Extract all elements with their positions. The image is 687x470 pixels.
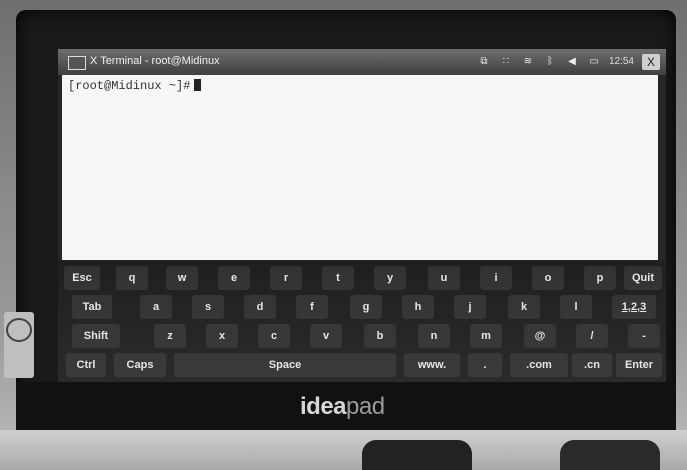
key-dotcom[interactable]: .com <box>510 353 568 377</box>
key-space[interactable]: Space <box>174 353 396 377</box>
window-switch-icon[interactable]: ⧉ <box>477 56 491 68</box>
apps-grid-icon[interactable]: ∷ <box>499 56 513 68</box>
key-caps[interactable]: Caps <box>114 353 166 377</box>
hinge-right <box>560 440 660 470</box>
close-button[interactable]: X <box>642 54 660 70</box>
wifi-icon[interactable]: ≋ <box>521 56 535 68</box>
keyboard-row-4: Ctrl Caps Space www. . .com .cn Enter <box>58 350 666 380</box>
system-tray: ⧉ ∷ ≋ ᛒ ◀ ▭ 12:54 X <box>477 52 660 72</box>
terminal-prompt: [root@Midinux ~]# <box>68 79 202 93</box>
key-i[interactable]: i <box>480 266 512 290</box>
brand-logo-light: pad <box>346 393 385 420</box>
key-n[interactable]: n <box>418 324 450 348</box>
key-a[interactable]: a <box>140 295 172 319</box>
key-dash[interactable]: - <box>628 324 660 348</box>
key-v[interactable]: v <box>310 324 342 348</box>
key-d[interactable]: d <box>244 295 276 319</box>
window-titlebar[interactable]: X Terminal - root@Midinux ⧉ ∷ ≋ ᛒ ◀ ▭ 12… <box>58 49 666 75</box>
key-tab[interactable]: Tab <box>72 295 112 319</box>
key-u[interactable]: u <box>428 266 460 290</box>
key-ctrl[interactable]: Ctrl <box>66 353 106 377</box>
key-m[interactable]: m <box>470 324 502 348</box>
intel-logo-icon <box>6 318 32 342</box>
key-slash[interactable]: / <box>576 324 608 348</box>
keyboard-row-2: Tab a s d f g h j k l 1,2,3 <box>58 292 666 322</box>
key-o[interactable]: o <box>532 266 564 290</box>
screen: X Terminal - root@Midinux ⧉ ∷ ≋ ᛒ ◀ ▭ 12… <box>58 49 666 382</box>
key-p[interactable]: p <box>584 266 616 290</box>
text-cursor <box>194 79 202 91</box>
key-www[interactable]: www. <box>404 353 460 377</box>
key-period[interactable]: . <box>468 353 502 377</box>
key-dotcn[interactable]: .cn <box>572 353 612 377</box>
terminal-area[interactable]: [root@Midinux ~]# <box>62 75 658 260</box>
key-numbers[interactable]: 1,2,3 <box>612 295 656 319</box>
brand-logo-bold: idea <box>300 393 347 420</box>
prompt-text: [root@Midinux ~]# <box>68 79 191 93</box>
key-f[interactable]: f <box>296 295 328 319</box>
key-s[interactable]: s <box>192 295 224 319</box>
key-w[interactable]: w <box>166 266 198 290</box>
clock: 12:54 <box>608 56 634 67</box>
key-k[interactable]: k <box>508 295 540 319</box>
key-quit[interactable]: Quit <box>624 266 662 290</box>
battery-icon[interactable]: ▭ <box>587 56 601 68</box>
key-q[interactable]: q <box>116 266 148 290</box>
key-g[interactable]: g <box>350 295 382 319</box>
keyboard-row-3: Shift z x c v b n m @ / - <box>58 321 666 351</box>
terminal-icon <box>68 56 86 70</box>
hinge-left <box>362 440 472 470</box>
key-j[interactable]: j <box>454 295 486 319</box>
key-shift[interactable]: Shift <box>72 324 120 348</box>
window-title: X Terminal - root@Midinux <box>90 55 220 67</box>
key-at[interactable]: @ <box>524 324 556 348</box>
volume-icon[interactable]: ◀ <box>565 56 579 68</box>
key-esc[interactable]: Esc <box>64 266 100 290</box>
key-enter[interactable]: Enter <box>616 353 662 377</box>
bluetooth-icon[interactable]: ᛒ <box>543 56 557 68</box>
key-z[interactable]: z <box>154 324 186 348</box>
on-screen-keyboard: Esc q w e r t y u i o p Quit Tab a s d f… <box>58 261 666 382</box>
key-y[interactable]: y <box>374 266 406 290</box>
brand-logo: ideapad <box>300 393 385 421</box>
key-x[interactable]: x <box>206 324 238 348</box>
keyboard-row-1: Esc q w e r t y u i o p Quit <box>58 263 666 293</box>
key-r[interactable]: r <box>270 266 302 290</box>
key-t[interactable]: t <box>322 266 354 290</box>
key-b[interactable]: b <box>364 324 396 348</box>
key-h[interactable]: h <box>402 295 434 319</box>
key-c[interactable]: c <box>258 324 290 348</box>
key-e[interactable]: e <box>218 266 250 290</box>
key-l[interactable]: l <box>560 295 592 319</box>
